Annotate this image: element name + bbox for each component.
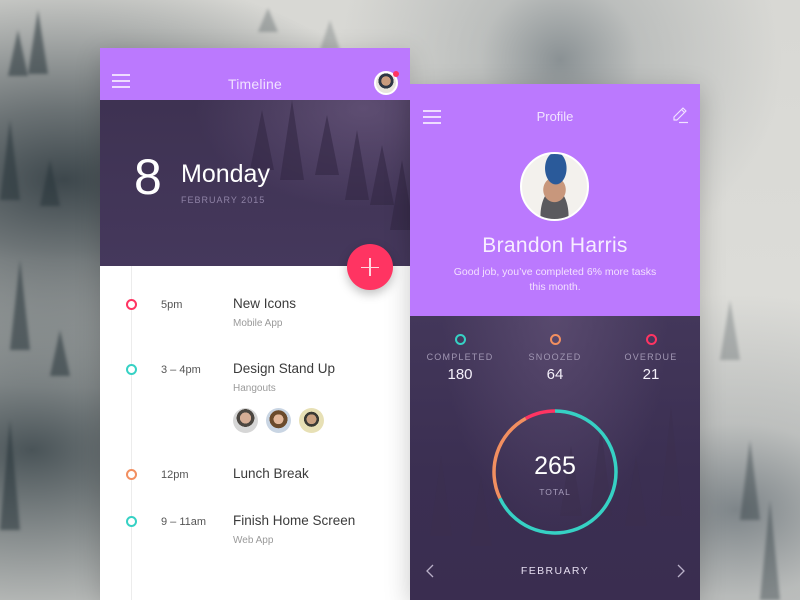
event-time: 12pm — [161, 469, 189, 481]
event-time: 3 – 4pm — [161, 364, 201, 376]
profile-message: Good job, you’ve completed 6% more tasks… — [453, 266, 657, 293]
event-title: Finish Home Screen — [233, 513, 356, 528]
event-title: Lunch Break — [233, 466, 309, 481]
event-subtitle: Web App — [233, 535, 274, 546]
timeline-header: Timeline — [100, 48, 410, 100]
attendee-avatar[interactable] — [299, 408, 324, 433]
hero-tree — [390, 160, 410, 230]
attendee-avatar[interactable] — [266, 408, 291, 433]
date-hero: 8 Monday FEBRUARY 2015 — [100, 100, 410, 266]
day-number: 8 — [134, 149, 162, 205]
snoozed-ring-icon — [549, 334, 561, 345]
event-dot-icon — [126, 364, 137, 375]
event-dot-icon — [126, 516, 137, 527]
chevron-right-icon[interactable] — [674, 563, 688, 579]
stat-value: 21 — [642, 366, 660, 383]
event-title: Design Stand Up — [233, 361, 336, 376]
weekday: Monday — [181, 160, 270, 188]
timeline-title: Timeline — [228, 76, 282, 92]
stat-value: 64 — [546, 366, 564, 383]
month-label: FEBRUARY — [520, 565, 590, 577]
month-year: FEBRUARY 2015 — [181, 195, 266, 205]
hero-tree — [345, 130, 369, 200]
donut-segment-overdue — [525, 409, 556, 420]
background-tree — [28, 10, 48, 74]
timeline-card: Timeline 8 Monday FEBRUARY 2015 5pm New … — [100, 48, 410, 600]
background-tree — [0, 420, 20, 530]
background-tree — [0, 120, 20, 200]
event-time: 9 – 11am — [161, 516, 207, 528]
donut-total: 265 — [534, 452, 576, 480]
stat-label: OVERDUE — [624, 352, 678, 362]
stat-snoozed: SNOOZED 64 — [507, 334, 603, 383]
profile-header: Profile Brandon Harris Good job, you’ve … — [410, 84, 700, 316]
event-time: 5pm — [161, 299, 183, 311]
background-tree — [8, 30, 28, 76]
panel-tree — [470, 476, 492, 546]
background-tree — [720, 300, 740, 360]
background-tree — [740, 440, 760, 520]
attendee-avatar[interactable] — [233, 408, 258, 433]
stat-value: 180 — [447, 366, 473, 383]
completed-ring-icon — [454, 334, 466, 345]
background-tree — [760, 500, 780, 600]
profile-avatar[interactable] — [520, 152, 589, 221]
stat-completed: COMPLETED 180 — [412, 334, 508, 383]
pencil-icon[interactable] — [671, 106, 689, 124]
overdue-ring-icon — [645, 334, 657, 345]
add-event-button[interactable] — [347, 244, 393, 290]
panel-tree — [625, 456, 647, 526]
stat-overdue: OVERDUE 21 — [603, 334, 699, 383]
profile-name: Brandon Harris — [482, 234, 628, 257]
event-subtitle: Hangouts — [233, 383, 276, 394]
panel-tree — [430, 456, 452, 536]
profile-card: Profile Brandon Harris Good job, you’ve … — [410, 84, 700, 600]
month-navigation: FEBRUARY — [410, 559, 700, 583]
stat-label: COMPLETED — [426, 352, 494, 362]
panel-tree — [660, 406, 682, 516]
background-tree — [40, 160, 60, 206]
background-tree — [10, 260, 30, 350]
hero-tree — [280, 100, 304, 180]
event-dot-icon — [126, 299, 137, 310]
donut-label: TOTAL — [539, 487, 571, 497]
timeline-line — [131, 266, 132, 600]
background-tree — [258, 8, 278, 32]
profile-title: Profile — [536, 109, 574, 124]
event-title: New Icons — [233, 296, 297, 311]
hero-tree — [315, 115, 339, 175]
background-tree — [50, 330, 70, 376]
notification-dot — [393, 71, 399, 77]
event-dot-icon — [126, 469, 137, 480]
stat-label: SNOOZED — [528, 352, 582, 362]
event-subtitle: Mobile App — [233, 318, 283, 329]
background-tree — [320, 20, 340, 50]
